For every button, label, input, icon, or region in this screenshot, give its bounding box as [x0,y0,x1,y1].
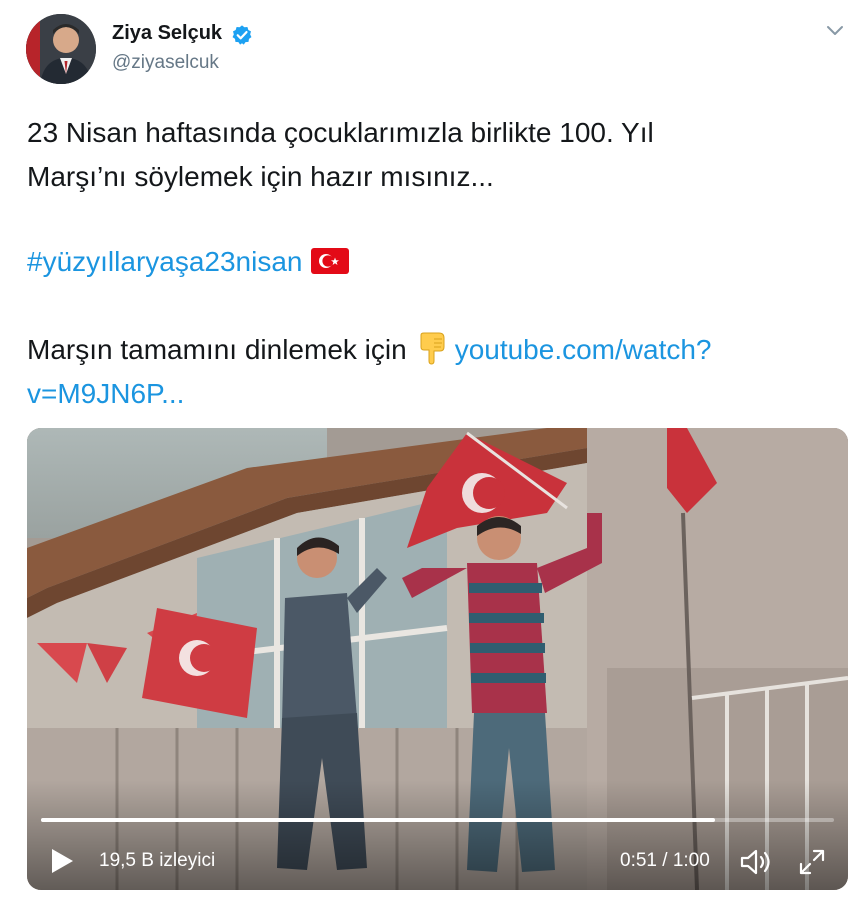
view-count: 19,5 B izleyici [99,850,216,871]
volume-icon[interactable] [739,847,775,877]
tweet-text-line-1: 23 Nisan haftasında çocuklarımızla birli… [27,117,654,148]
avatar[interactable] [26,14,96,84]
turkey-flag-icon [310,248,349,274]
video-progress-fill [41,818,716,822]
tweet-card: Ziya Selçuk @ziyaselcuk 23 Nisan haftası… [0,0,864,900]
author-name[interactable]: Ziya Selçuk [112,22,222,45]
chevron-down-icon[interactable] [826,24,844,38]
video-player[interactable]: 19,5 B izleyici 0:51 / 1:00 [27,428,848,890]
hashtag-link[interactable]: #yüzyıllaryaşa23nisan [27,246,303,277]
video-progress-bar[interactable] [41,818,834,822]
play-icon[interactable] [49,847,75,875]
link-row: Marşın tamamını dinlemek için youtube.co… [27,328,712,372]
verified-badge-icon [232,25,252,45]
hashtag-row: #yüzyıllaryaşa23nisan [27,240,349,284]
video-time: 0:51 / 1:00 [620,850,710,871]
fullscreen-icon[interactable] [797,847,827,877]
backhand-index-pointing-down-icon [420,332,445,365]
tweet-text-line-3: Marşın tamamını dinlemek için [27,334,407,365]
author-handle[interactable]: @ziyaselcuk [112,52,219,74]
youtube-link-part-1[interactable]: youtube.com/watch? [455,334,712,365]
avatar-image [26,14,96,84]
tweet-text-line-2: Marşı’nı söylemek için hazır mısınız... [27,161,494,192]
youtube-link-part-2[interactable]: v=M9JN6P... [27,378,184,409]
link-row-2: v=M9JN6P... [27,372,184,416]
controls-overlay [27,780,848,890]
